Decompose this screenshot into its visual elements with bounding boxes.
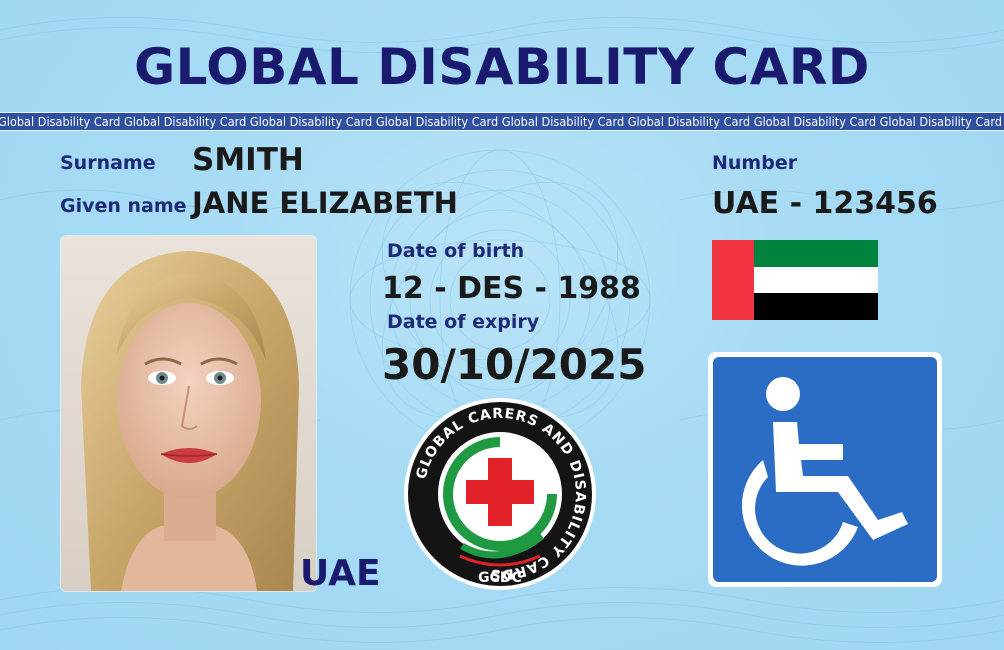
number-value: UAE - 123456 [712, 186, 938, 221]
seal-abbr: GCDC [478, 570, 522, 586]
given-name-value: JANE ELIZABETH [192, 186, 458, 220]
gcdc-seal: GLOBAL CARERS AND DISABILITY CARDS GCDC [404, 398, 596, 590]
wheelchair-icon [708, 352, 942, 587]
portrait-photo [60, 235, 317, 592]
card-title: GLOBAL DISABILITY CARD [134, 38, 870, 96]
dob-label: Date of birth [387, 240, 525, 262]
expiry-value: 30/10/2025 [382, 340, 647, 389]
dob-value: 12 - DES - 1988 [382, 271, 641, 306]
country-code: UAE [300, 553, 381, 594]
microprint-band: Global Disability Card Global Disability… [0, 112, 1004, 131]
microprint-text: Global Disability Card Global Disability… [0, 115, 1002, 129]
given-name-label: Given name [60, 195, 187, 217]
number-label: Number [712, 152, 798, 174]
disability-card: GLOBAL DISABILITY CARD Global Disability… [0, 0, 1004, 650]
surname-value: SMITH [192, 142, 304, 178]
expiry-label: Date of expiry [387, 311, 540, 333]
uae-flag-icon [712, 240, 878, 320]
surname-label: Surname [60, 152, 156, 174]
